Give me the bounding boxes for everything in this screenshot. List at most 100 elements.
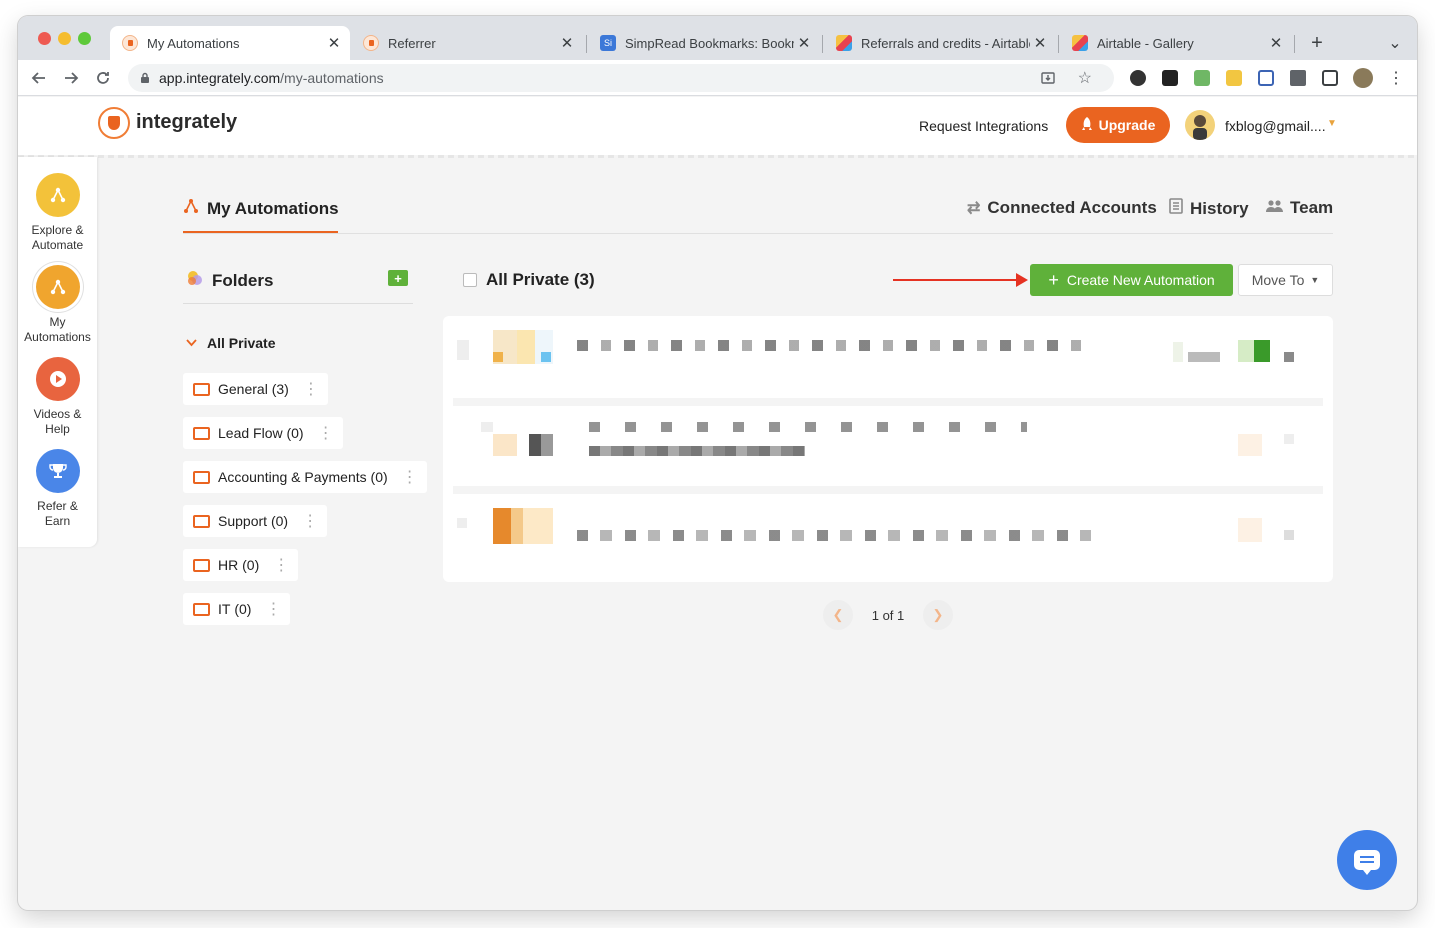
folder-name: Lead Flow: [218, 425, 283, 441]
profile-avatar-icon[interactable]: [1353, 68, 1373, 88]
close-tab-icon[interactable]: ✕: [1030, 34, 1050, 52]
forward-arrow-icon[interactable]: [60, 67, 82, 89]
folder-name: HR: [218, 557, 239, 573]
close-tab-icon[interactable]: ✕: [1266, 34, 1286, 52]
rail-item-explore[interactable]: Explore & Automate: [18, 173, 97, 253]
folder-icon: [193, 558, 210, 572]
automation-row[interactable]: [443, 494, 1333, 576]
all-private-group-toggle[interactable]: All Private: [186, 335, 275, 351]
tab-title: SimpRead Bookmarks: Bookma: [625, 35, 794, 51]
bookmark-star-icon[interactable]: ☆: [1078, 68, 1092, 88]
more-vertical-icon[interactable]: ⋮: [402, 467, 418, 487]
reload-icon[interactable]: [92, 67, 114, 89]
rail-item-refer-earn[interactable]: Refer & Earn: [18, 449, 97, 529]
folder-icon: [193, 602, 210, 616]
group-label: All Private: [207, 335, 276, 351]
row-separator: [453, 486, 1323, 494]
folder-count: (0): [234, 601, 252, 617]
add-folder-icon[interactable]: +: [388, 270, 408, 286]
folder-lead-flow[interactable]: Lead Flow (0) ⋮: [183, 417, 343, 449]
folder-count: (0): [286, 425, 304, 441]
extension-icon[interactable]: [1226, 70, 1242, 86]
connected-accounts-link[interactable]: ⇄ Connected Accounts: [967, 198, 1157, 218]
move-to-dropdown[interactable]: Move To ▼: [1238, 264, 1333, 296]
back-arrow-icon[interactable]: [28, 67, 50, 89]
folder-count: (0): [370, 469, 388, 485]
request-integrations-link[interactable]: Request Integrations: [919, 118, 1048, 134]
more-vertical-icon[interactable]: ⋮: [303, 379, 319, 399]
play-icon: [35, 357, 80, 401]
chevron-left-icon[interactable]: ❮: [823, 600, 853, 630]
extension-icon[interactable]: [1258, 70, 1274, 86]
share-nodes-icon: [35, 265, 80, 309]
user-email[interactable]: fxblog@gmail....: [1225, 118, 1326, 134]
tab-my-automations-page[interactable]: My Automations: [183, 198, 339, 219]
rail-label: Refer &: [37, 499, 78, 513]
folder-icon: [193, 470, 210, 484]
chevron-right-icon[interactable]: ❯: [923, 600, 953, 630]
left-rail: Explore & Automate My Automations Videos…: [18, 157, 97, 547]
trophy-icon: [35, 449, 80, 493]
app-header: integrately Request Integrations Upgrade…: [18, 97, 1417, 158]
rail-label: Explore &: [31, 223, 84, 237]
integrately-favicon-icon: [122, 35, 138, 51]
minimize-window-button[interactable]: [58, 32, 71, 45]
extension-icon[interactable]: [1194, 70, 1210, 86]
close-tab-icon[interactable]: ✕: [557, 34, 577, 52]
folder-name: General: [218, 381, 268, 397]
tab-referrals-airtable[interactable]: Referrals and credits - Airtable ✕: [824, 26, 1056, 60]
folder-support[interactable]: Support (0) ⋮: [183, 505, 328, 537]
browser-menu-icon[interactable]: ⋮: [1385, 67, 1407, 89]
rail-item-my-automations[interactable]: My Automations: [18, 265, 97, 345]
tab-simpread[interactable]: Si SimpRead Bookmarks: Bookma ✕: [588, 26, 820, 60]
chevron-down-icon[interactable]: ▼: [1327, 118, 1337, 129]
avatar[interactable]: [1185, 110, 1215, 140]
more-vertical-icon[interactable]: ⋮: [273, 555, 289, 575]
maximize-window-button[interactable]: [78, 32, 91, 45]
more-vertical-icon[interactable]: ⋮: [302, 511, 318, 531]
upgrade-button[interactable]: Upgrade: [1066, 107, 1170, 143]
team-link[interactable]: Team: [1266, 198, 1333, 218]
install-app-icon[interactable]: [1040, 70, 1056, 89]
tab-referrer[interactable]: Referrer ✕: [351, 26, 583, 60]
logo-text[interactable]: integrately: [136, 111, 237, 134]
more-vertical-icon[interactable]: ⋮: [265, 599, 281, 619]
new-tab-button[interactable]: +: [1306, 32, 1328, 54]
divider: [183, 303, 413, 304]
folder-count: (0): [242, 557, 260, 573]
chevron-down-icon: [186, 336, 197, 350]
address-bar[interactable]: app.integrately.com/my-automations ☆: [128, 64, 1114, 92]
tab-my-automations[interactable]: My Automations ✕: [110, 26, 350, 60]
create-new-automation-button[interactable]: + Create New Automation: [1030, 264, 1233, 296]
extension-icon[interactable]: [1130, 70, 1146, 86]
integrately-logo-icon[interactable]: [98, 107, 130, 139]
tab-separator: [822, 35, 823, 53]
close-tab-icon[interactable]: ✕: [794, 34, 814, 52]
tab-search-button[interactable]: ⌄: [1384, 32, 1406, 54]
folder-general[interactable]: General (3) ⋮: [183, 373, 328, 405]
share-nodes-icon: [183, 198, 199, 219]
airtable-favicon-icon: [836, 35, 852, 51]
chat-support-button[interactable]: [1337, 830, 1397, 890]
puzzle-extensions-icon[interactable]: [1290, 70, 1306, 86]
rail-label: Earn: [44, 514, 71, 528]
list-title: All Private (3): [486, 270, 595, 289]
close-tab-icon[interactable]: ✕: [324, 34, 344, 52]
extension-icon[interactable]: [1162, 70, 1178, 86]
side-panel-icon[interactable]: [1322, 70, 1338, 86]
tab-title: Referrals and credits - Airtable: [861, 35, 1030, 51]
folder-hr[interactable]: HR (0) ⋮: [183, 549, 299, 581]
folder-accounting-payments[interactable]: Accounting & Payments (0) ⋮: [183, 461, 427, 493]
history-link[interactable]: History: [1169, 198, 1249, 219]
tab-airtable-gallery[interactable]: Airtable - Gallery ✕: [1060, 26, 1292, 60]
close-window-button[interactable]: [38, 32, 51, 45]
more-vertical-icon[interactable]: ⋮: [318, 423, 334, 443]
folder-it[interactable]: IT (0) ⋮: [183, 593, 291, 625]
automation-row[interactable]: [443, 316, 1333, 398]
select-all-checkbox[interactable]: [463, 273, 477, 287]
upgrade-label: Upgrade: [1098, 117, 1156, 133]
folder-name: IT: [218, 601, 231, 617]
automation-row[interactable]: [443, 406, 1333, 488]
rail-item-videos-help[interactable]: Videos & Help: [18, 357, 97, 437]
folder-icon: [193, 382, 210, 396]
